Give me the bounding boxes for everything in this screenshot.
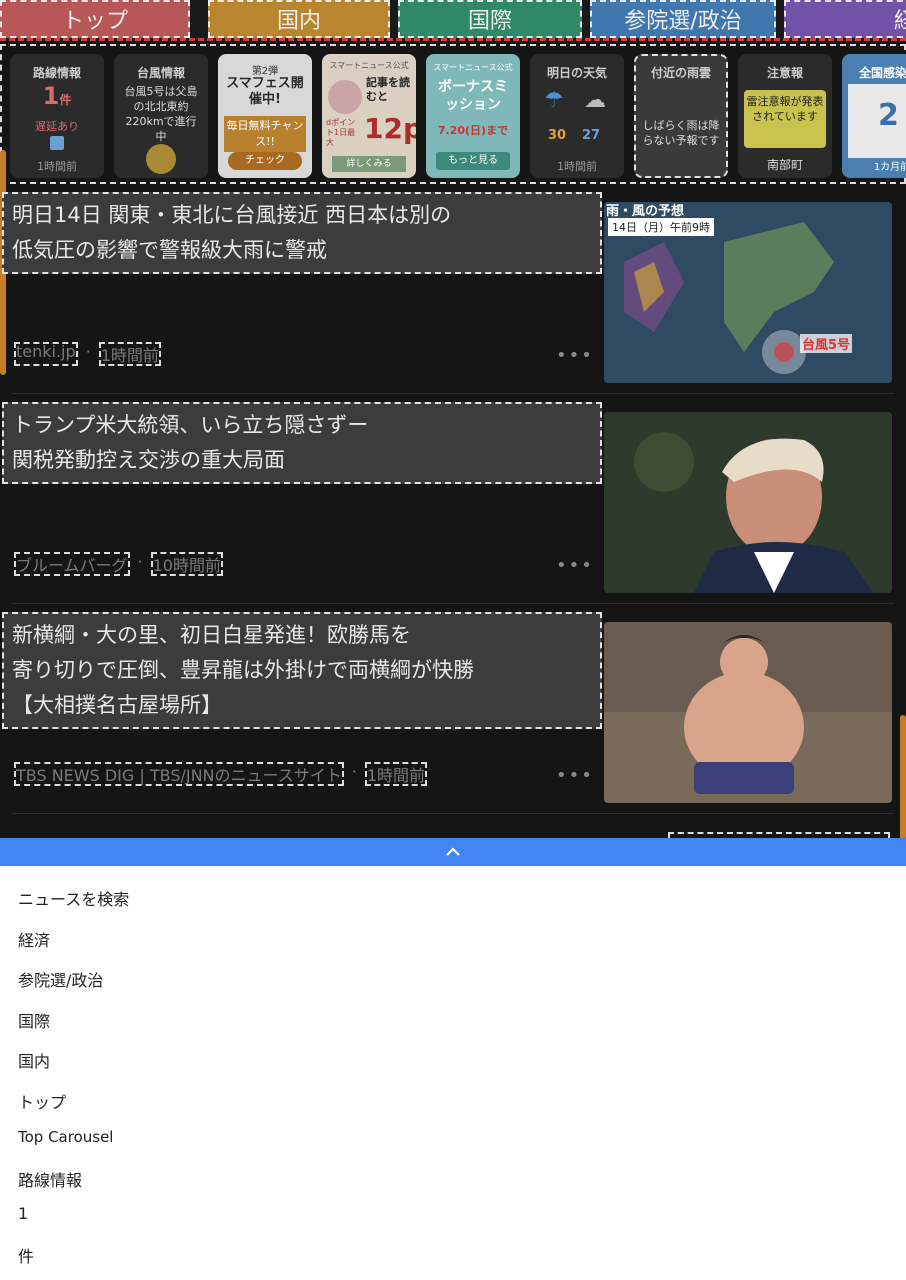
rain-text: しばらく雨は降らない予報です [642,119,720,147]
infection-time: 1カ月前 [873,162,906,173]
article-title[interactable]: トランプ米大統領、いら立ち隠さずー 関税発動控え交渉の重大局面 [2,402,602,484]
train-time: 1時間前 [37,160,77,173]
tab-domestic[interactable]: 国内 [208,0,390,38]
more-options-icon[interactable]: ••• [556,765,594,786]
article-title[interactable]: 新横綱・大の里、初日白星発進！欧勝馬を 寄り切りで圧倒、豊昇龍は外掛けで両横綱が… [2,612,602,729]
card-rain-radar[interactable]: 付近の雨雲 しばらく雨は降らない予報です [634,54,728,178]
panel-domestic[interactable]: 国内 [18,1048,50,1072]
card-promo-smafes[interactable]: 第2弾 スマフェス開催中! 毎日無料チャンス!! チェック [218,54,312,178]
warning-place: 南部町 [766,158,803,172]
weather-time: 1時間前 [557,160,597,173]
top-carousel: 路線情報 1件 遅延あり 1時間前 台風情報 台風5号は父島の北北東約220km… [0,44,906,184]
thumb-heading: 雨・風の予想 [606,204,685,219]
article-source: tenki.jp [14,342,78,366]
card-promo-dpoint[interactable]: スマートニュース公式 記事を読むと dポイント1日最大 12p 詳しくみる [322,54,416,178]
tab-economy[interactable]: 経済 [784,0,906,38]
panel-search-news[interactable]: ニュースを検索 [18,886,129,910]
warning-text: 雷注意報が発表されています [744,90,826,148]
article-time: 1時間前 [364,762,428,786]
more-options-icon[interactable]: ••• [556,555,594,576]
meta-separator: · [137,552,143,571]
panel-international[interactable]: 国際 [18,1008,50,1032]
tab-election-politics[interactable]: 参院選/政治 [590,0,776,38]
typhoon-text: 台風5号は父島の北北東約220kmで進行中 [124,85,198,143]
article-item[interactable]: トランプ米大統領、いら立ち隠さずー 関税発動控え交渉の重大局面 ブルームバーグ … [0,396,906,604]
divider [12,603,894,604]
typhoon-icon [146,144,176,174]
panel-train-info[interactable]: 路線情報 [18,1167,82,1191]
card-weather-tomorrow[interactable]: 明日の天気 ☂ ☁ 30 27 1時間前 [530,54,624,178]
card-typhoon-info[interactable]: 台風情報 台風5号は父島の北北東約220kmで進行中 [114,54,208,178]
article-meta: tenki.jp · 1時間前 [14,342,161,366]
category-tabs: トップ 国内 国際 参院選/政治 経済 [0,0,906,40]
promo2-icon [328,80,362,114]
promo2-detail-button[interactable]: 詳しくみる [332,156,406,172]
infection-number: 2 [878,98,899,133]
article-meta: ブルームバーグ · 10時間前 [14,552,223,576]
card-promo-bonus-mission[interactable]: スマートニュース公式 ボーナスミッション 7.20(日)まで もっと見る [426,54,520,178]
meta-separator: · [85,342,91,361]
thumb-typhoon-label: 台風5号 [800,334,853,353]
panel-economy[interactable]: 経済 [18,927,50,951]
tab-top[interactable]: トップ [0,0,190,38]
thumb-date: 14日（月）午前9時 [608,218,714,236]
train-status: 遅延あり [35,120,79,133]
panel-top-carousel[interactable]: Top Carousel [18,1128,113,1146]
article-source: TBS NEWS DIG | TBS/JNNのニュースサイト [14,762,344,786]
tab-underline [0,38,906,41]
more-options-icon[interactable]: ••• [556,345,594,366]
weather-high: 30 [548,128,567,143]
article-time: 10時間前 [150,552,223,576]
expand-panel-bar[interactable] [0,838,906,866]
article-meta: TBS NEWS DIG | TBS/JNNのニュースサイト · 1時間前 [14,762,428,786]
article-item[interactable]: 新横綱・大の里、初日白星発進！欧勝馬を 寄り切りで圧倒、豊昇龍は外掛けで両横綱が… [0,606,906,814]
promo3-more-button[interactable]: もっと見る [436,152,510,170]
article-title[interactable]: 明日14日 関東・東北に台風接近 西日本は別の 低気圧の影響で警報級大雨に警戒 [2,192,602,274]
tab-international[interactable]: 国際 [398,0,582,38]
article-thumbnail-sumo [604,622,892,803]
divider [12,813,894,814]
card-weather-warning[interactable]: 注意報 雷注意報が発表されています 南部町 [738,54,832,178]
article-source: ブルームバーグ [14,552,130,576]
accessibility-text-panel: ニュースを検索 経済 参院選/政治 国際 国内 トップ Top Carousel… [0,866,906,1280]
umbrella-icon: ☂ [544,88,564,113]
panel-unit: 件 [18,1247,35,1266]
card-infection-stats[interactable]: 全国感染者 2 1カ月前 [842,54,906,178]
panel-top[interactable]: トップ [18,1089,66,1113]
chevron-up-icon [446,847,460,856]
card-train-info[interactable]: 路線情報 1件 遅延あり 1時間前 [10,54,104,178]
train-icon [50,136,64,150]
article-time: 1時間前 [98,342,161,366]
article-item[interactable]: 明日14日 関東・東北に台風接近 西日本は別の 低気圧の影響で警報級大雨に警戒 … [0,186,906,394]
divider [12,393,894,394]
train-count: 1 [42,82,60,110]
promo1-check-button[interactable]: チェック [228,152,302,170]
panel-election-politics[interactable]: 参院選/政治 [18,967,103,991]
weather-low: 27 [582,128,601,143]
cloud-icon: ☁ [584,88,606,113]
panel-count: 1 [18,1204,29,1223]
article-thumbnail-photo [604,412,892,593]
article-thumbnail-weather-map: 雨・風の予想 14日（月）午前9時 台風5号 [604,202,892,383]
train-unit: 件 [59,93,72,107]
meta-separator: · [351,762,357,781]
